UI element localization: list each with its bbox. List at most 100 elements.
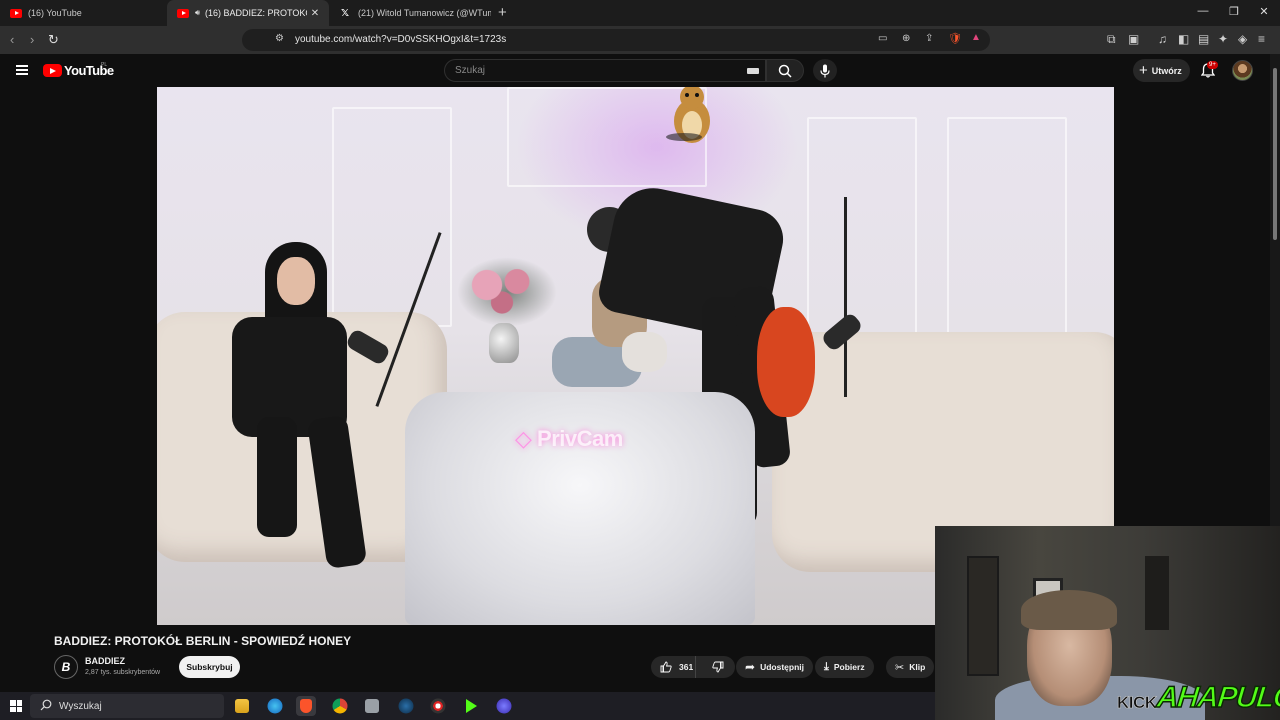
- person-left-face: [277, 257, 315, 305]
- notification-badge: 9+: [1207, 61, 1218, 69]
- download-label: Pobierz: [833, 662, 865, 672]
- new-tab-button[interactable]: +: [498, 4, 507, 21]
- app-icon[interactable]: [365, 699, 379, 713]
- dog: [622, 332, 667, 372]
- browser-toolbar: ‹ › ↻ ☐ ⚙ youtube.com/watch?v=D0vSSKHOgx…: [0, 26, 1280, 54]
- like-count: 361: [679, 662, 694, 672]
- streamer-brand-logo: AHAPULCO: [1155, 680, 1280, 715]
- play-app-icon[interactable]: [460, 696, 480, 716]
- tab-title: (21) Witold Tumanowicz (@WTum: [358, 8, 491, 18]
- person-left-leg: [257, 417, 297, 537]
- browser-tabstrip: (16) YouTube 🔊︎ (16) BADDIEZ: PROTOKÓŁ B…: [0, 0, 1280, 26]
- taskbar-search-label: Wyszukaj: [59, 701, 102, 712]
- youtube-icon: [177, 8, 189, 18]
- thumbs-down-icon: [712, 661, 724, 673]
- channel-avatar[interactable]: B: [54, 655, 78, 679]
- search-button[interactable]: [766, 59, 804, 82]
- region-code: PL: [101, 62, 108, 68]
- keyboard-icon[interactable]: [747, 68, 759, 74]
- wall-panel: [947, 117, 1067, 347]
- clip-label: Klip: [909, 662, 926, 672]
- zoom-icon[interactable]: ⊕: [902, 33, 910, 44]
- search-input[interactable]: Szukaj: [444, 59, 766, 82]
- voice-search-button[interactable]: [813, 59, 837, 82]
- discord-icon[interactable]: [496, 698, 512, 714]
- plus-icon: +: [1139, 62, 1148, 79]
- download-icon: ⤓: [824, 660, 829, 673]
- dislike-button[interactable]: [701, 656, 735, 678]
- site-settings-icon[interactable]: ⚙: [275, 33, 284, 44]
- flower-bouquet: [457, 257, 557, 327]
- x-icon: 𝕏: [341, 7, 350, 19]
- file-explorer-icon[interactable]: [235, 699, 249, 713]
- youtube-logo-icon[interactable]: [43, 64, 62, 77]
- brave-icon: [300, 699, 312, 713]
- windows-start-icon[interactable]: [10, 700, 22, 712]
- red-pillow: [757, 307, 815, 417]
- download-button[interactable]: ⤓ Pobierz: [815, 656, 874, 678]
- scissors-icon: ✂: [895, 661, 905, 674]
- speaker-icon[interactable]: 🔊︎: [195, 8, 200, 18]
- edge-icon[interactable]: [267, 698, 283, 714]
- back-icon[interactable]: ‹: [10, 32, 14, 47]
- youtube-header: YouTube PL Szukaj + Utwórz 9+: [0, 54, 1270, 87]
- tab-search-icon[interactable]: ▣: [1128, 32, 1139, 46]
- obs-icon[interactable]: [430, 698, 446, 714]
- steam-icon[interactable]: [398, 698, 414, 714]
- subscriber-count: 2,87 tys. subskrybentów: [85, 669, 161, 676]
- play-triangle-icon: [466, 699, 477, 713]
- youtube-icon: [10, 8, 22, 18]
- like-dislike-group: 361: [651, 656, 735, 678]
- tab-title: (16) BADDIEZ: PROTOKÓŁ BE: [205, 8, 307, 18]
- windows-taskbar: Wyszukaj: [0, 692, 935, 720]
- webcam-shelf: [1145, 556, 1169, 630]
- hamburger-menu-icon[interactable]: [16, 65, 28, 75]
- video-title: BADDIEZ: PROTOKÓŁ BERLIN - SPOWIEDŹ HONE…: [54, 634, 352, 648]
- window-close-icon[interactable]: ✕: [1254, 5, 1274, 18]
- vpn-icon[interactable]: ◈: [1238, 32, 1247, 46]
- share-button[interactable]: ➦ Udostępnij: [736, 656, 813, 678]
- sidebar-icon[interactable]: ◧: [1178, 32, 1189, 46]
- extensions-icon[interactable]: ⧉: [1107, 32, 1116, 47]
- browser-tab-x[interactable]: 𝕏 (21) Witold Tumanowicz (@WTum: [331, 0, 491, 26]
- share-label: Udostępnij: [760, 662, 804, 672]
- music-icon[interactable]: ♫: [1158, 32, 1167, 46]
- hamster-sticker: [666, 87, 710, 143]
- tab-title: (16) YouTube: [28, 8, 82, 18]
- channel-name[interactable]: BADDIEZ: [85, 656, 125, 666]
- subscribe-button[interactable]: Subskrybuj: [179, 656, 240, 678]
- menu-icon[interactable]: ≡: [1258, 32, 1265, 46]
- wallet-icon[interactable]: ▤: [1198, 32, 1209, 46]
- camera-logo-icon: ◇: [515, 426, 538, 451]
- close-tab-icon[interactable]: ✕: [307, 8, 323, 19]
- like-button[interactable]: 361: [651, 656, 697, 678]
- account-avatar[interactable]: [1232, 60, 1253, 81]
- taskbar-search[interactable]: Wyszukaj: [30, 694, 224, 718]
- thumbs-up-icon: [660, 661, 672, 673]
- brave-shield-icon[interactable]: 🛡︎: [948, 32, 962, 45]
- chrome-icon[interactable]: [332, 698, 348, 714]
- brave-taskbar-button[interactable]: [296, 696, 316, 716]
- create-label: Utwórz: [1151, 65, 1182, 76]
- rewards-icon[interactable]: ▲: [971, 32, 981, 43]
- clip-button[interactable]: ✂ Klip: [886, 656, 935, 678]
- kick-label: KICK: [1117, 693, 1158, 713]
- forward-icon[interactable]: ›: [30, 32, 34, 47]
- create-button[interactable]: + Utwórz: [1133, 59, 1190, 82]
- url-text: youtube.com/watch?v=D0vSSKHOgxI&t=1723s: [295, 34, 507, 45]
- microphone-icon: [820, 64, 830, 77]
- address-bar[interactable]: ⚙ youtube.com/watch?v=D0vSSKHOgxI&t=1723…: [242, 29, 990, 51]
- leo-ai-icon[interactable]: ✦: [1218, 32, 1228, 46]
- search-placeholder: Szukaj: [455, 65, 486, 76]
- webcam-door: [967, 556, 999, 676]
- minimize-icon[interactable]: —: [1193, 5, 1213, 17]
- cast-icon[interactable]: ▭: [878, 33, 887, 44]
- reload-icon[interactable]: ↻: [48, 32, 59, 48]
- restore-icon[interactable]: ❐: [1224, 5, 1244, 18]
- scrollbar-thumb[interactable]: [1273, 68, 1277, 240]
- share-arrow-icon: ➦: [745, 660, 756, 674]
- browser-tab-video[interactable]: 🔊︎ (16) BADDIEZ: PROTOKÓŁ BE ✕: [167, 0, 329, 26]
- browser-tab-youtube[interactable]: (16) YouTube: [0, 0, 165, 26]
- streamer-hair: [1021, 590, 1117, 630]
- share-icon[interactable]: ⇪: [925, 33, 933, 44]
